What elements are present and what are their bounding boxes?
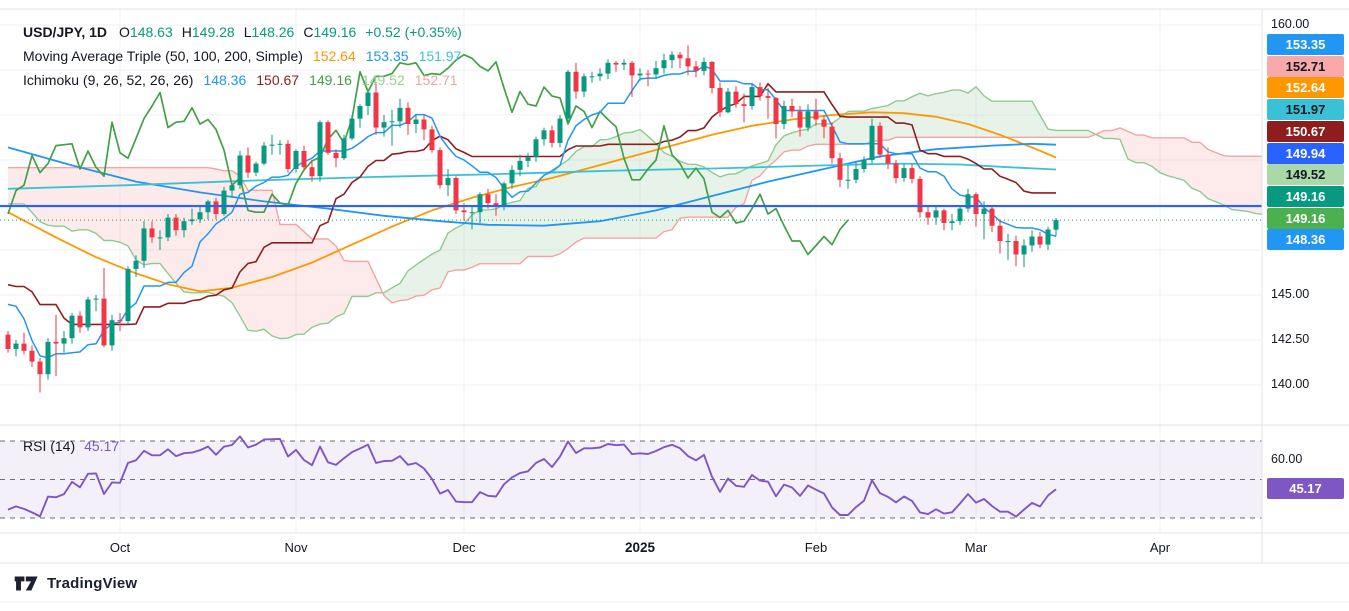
price-axis-tick: 140.00	[1271, 377, 1309, 391]
rsi-axis-tick: 60.00	[1271, 452, 1302, 466]
indicator-value: 149.16	[309, 72, 352, 88]
symbol-title: USD/JPY, 1D	[23, 24, 107, 40]
tradingview-attribution[interactable]: TradingView	[14, 575, 137, 592]
time-axis-label-feb: Feb	[805, 540, 827, 555]
price-axis-tick: 145.00	[1271, 287, 1309, 301]
change-value: +0.52 (+0.35%)	[365, 24, 462, 40]
price-axis-badge: 151.97	[1267, 99, 1344, 120]
indicator-value: 148.36	[203, 72, 246, 88]
ohlc-pair: C149.16	[303, 24, 356, 40]
price-axis-tick: 142.50	[1271, 332, 1309, 346]
ohlc-pair: H149.28	[182, 24, 235, 40]
ichimoku-values: 148.36 150.67 149.16 149.52 152.71	[203, 72, 467, 88]
ma-indicator-label: Moving Average Triple (50, 100, 200, Sim…	[23, 48, 303, 64]
indicator-value: 153.35	[366, 48, 409, 64]
price-axis-badge: 152.71	[1267, 56, 1344, 77]
ohlc-pair: O148.63	[119, 24, 173, 40]
price-axis-badge: 149.16	[1267, 208, 1344, 229]
rsi-legend-row[interactable]: RSI (14) 45.17	[23, 438, 119, 454]
price-axis-tick: 160.00	[1271, 17, 1309, 31]
price-axis-badge: 153.35	[1267, 34, 1344, 55]
time-axis-label-nov: Nov	[284, 540, 307, 555]
tradingview-brand-text: TradingView	[47, 575, 137, 592]
indicator-value: 151.97	[419, 48, 462, 64]
time-axis-label-dec: Dec	[452, 540, 475, 555]
tradingview-logo-icon	[14, 575, 39, 592]
rsi-pane	[0, 436, 1262, 518]
price-axis-badge: 152.64	[1267, 77, 1344, 98]
ichimoku-indicator-label: Ichimoku (9, 26, 52, 26, 26)	[23, 72, 193, 88]
price-axis-badge: 149.52	[1267, 164, 1344, 185]
price-axis-badge: 150.67	[1267, 121, 1344, 142]
rsi-value-badge: 45.17	[1267, 478, 1344, 499]
chart-legend: USD/JPY, 1D O148.63 H149.28 L148.26 C149.16 +…	[23, 20, 471, 92]
ma-values: 152.64 153.35 151.97	[313, 48, 471, 64]
rsi-value: 45.17	[84, 438, 119, 454]
time-axis-label-2025: 2025	[625, 540, 655, 555]
indicator-value: 152.71	[415, 72, 458, 88]
rsi-indicator-label: RSI (14)	[23, 438, 75, 454]
time-axis-label-oct: Oct	[110, 540, 130, 555]
legend-symbol-row[interactable]: USD/JPY, 1D O148.63 H149.28 L148.26 C149.16 +…	[23, 20, 471, 44]
indicator-value: 149.52	[362, 72, 405, 88]
price-axis-badge: 149.94	[1267, 143, 1344, 164]
legend-ma-row[interactable]: Moving Average Triple (50, 100, 200, Sim…	[23, 44, 471, 68]
indicator-value: 150.67	[256, 72, 299, 88]
tradingview-chart-widget: USD/JPY, 1D O148.63 H149.28 L148.26 C149.16 +…	[0, 0, 1349, 611]
time-axis-label-apr: Apr	[1150, 540, 1170, 555]
price-axis-badge: 148.36	[1267, 229, 1344, 250]
legend-ichimoku-row[interactable]: Ichimoku (9, 26, 52, 26, 26) 148.36 150.67…	[23, 68, 471, 92]
time-axis-label-mar: Mar	[965, 540, 987, 555]
indicator-value: 152.64	[313, 48, 356, 64]
ohlc-pair: L148.26	[244, 24, 295, 40]
ohlc-values: O148.63 H149.28 L148.26 C149.16 +0.52 (+0.35…	[119, 24, 462, 40]
price-axis-badge: 149.16	[1267, 186, 1344, 207]
